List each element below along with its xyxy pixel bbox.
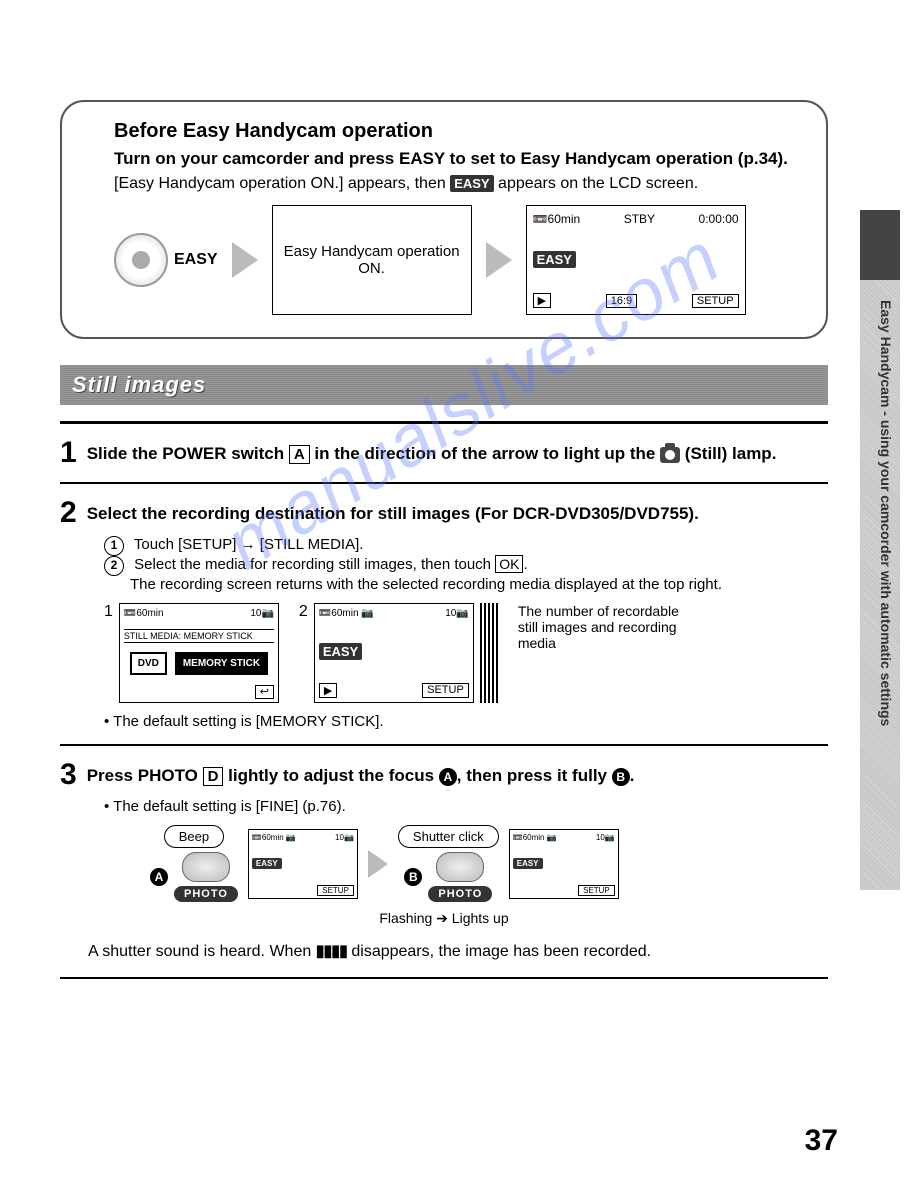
lcd-still-media: 📼60min 10📷 STILL MEDIA: MEMORY STICK DVD… — [119, 603, 279, 703]
step-2: 2 Select the recording destination for s… — [60, 498, 828, 528]
flash-note: Flashing ➔ Lights up — [60, 910, 828, 927]
beep-label: Beep — [164, 825, 224, 848]
lcd-screen-2: 📼60min STBY 0:00:00 EASY ▶ 16:9 SETUP — [526, 205, 746, 315]
step-number: 2 — [60, 498, 77, 528]
label-A-circle: A — [439, 768, 457, 786]
return-icon: ↩ — [255, 685, 274, 699]
step2-screens: 1 📼60min 10📷 STILL MEDIA: MEMORY STICK D… — [104, 603, 828, 703]
easy-button-circle-icon — [114, 233, 168, 287]
memory-stick-option: MEMORY STICK — [175, 652, 268, 675]
photo-button-graphic: PHOTO — [174, 852, 238, 902]
arrow-icon — [368, 850, 388, 878]
intro-body: [Easy Handycam operation ON.] appears, t… — [114, 175, 804, 193]
label-B-circle: B — [612, 768, 630, 786]
page-content: Before Easy Handycam operation Turn on y… — [0, 0, 918, 1033]
photo-button-graphic: PHOTO — [428, 852, 492, 902]
bars-icon: ▮▮▮▮ — [316, 943, 347, 960]
easy-badge-icon: EASY — [450, 175, 493, 192]
play-icon: ▶ — [533, 293, 551, 308]
camera-icon — [660, 447, 680, 463]
play-icon: ▶ — [319, 683, 337, 698]
screen-annotation: The number of recordable still images an… — [518, 603, 688, 651]
side-tab-text: Easy Handycam - using your camcorder wit… — [864, 300, 894, 860]
lcd-screen-1: Easy Handycam operation ON. — [272, 205, 472, 315]
easy-button-graphic: EASY — [114, 233, 218, 287]
photo-pad-icon — [182, 852, 230, 882]
substep-2: 2 Select the media for recording still i… — [104, 556, 828, 593]
step3-diagram: Beep A PHOTO 📼60min 📷10📷 EASY SETUP Shut… — [150, 825, 828, 902]
step3-trailing: A shutter sound is heard. When ▮▮▮▮ disa… — [88, 941, 828, 961]
lcd-recording: 📼60min 📷 10📷 EASY ▶ SETUP — [314, 603, 474, 703]
shutter-label: Shutter click — [398, 825, 499, 848]
section-header: Still images — [60, 365, 828, 405]
step-number: 1 — [60, 438, 77, 468]
substep-1: 1 Touch [SETUP] → [STILL MEDIA]. — [104, 536, 828, 556]
ok-button-icon: OK — [495, 555, 523, 573]
easy-badge-icon: EASY — [319, 643, 362, 660]
step-3: 3 Press PHOTO D lightly to adjust the fo… — [60, 760, 828, 790]
setup-button: SETUP — [422, 683, 469, 698]
setup-button: SETUP — [692, 294, 739, 308]
intro-box: Before Easy Handycam operation Turn on y… — [60, 100, 828, 339]
easy-badge-icon: EASY — [533, 251, 576, 268]
arrow-icon — [232, 242, 258, 278]
easy-button-label: EASY — [174, 251, 218, 269]
intro-lead: Turn on your camcorder and press EASY to… — [114, 149, 804, 169]
divider — [60, 482, 828, 484]
step2-note: • The default setting is [MEMORY STICK]. — [104, 713, 828, 730]
arrow-icon — [486, 242, 512, 278]
divider — [60, 744, 828, 746]
photo-pad-icon — [436, 852, 484, 882]
divider — [60, 421, 828, 424]
label-B-circle: B — [404, 868, 422, 886]
intro-diagram: EASY Easy Handycam operation ON. 📼60min … — [114, 205, 804, 315]
step-number: 3 — [60, 760, 77, 790]
step3-note: • The default setting is [FINE] (p.76). — [104, 798, 828, 815]
divider — [60, 977, 828, 979]
label-D-box: D — [203, 767, 224, 786]
aspect-icon: 16:9 — [606, 294, 637, 308]
dvd-option: DVD — [130, 652, 167, 675]
step-1: 1 Slide the POWER switch A in the direct… — [60, 438, 828, 468]
lcd-capture: 📼60min 📷10📷 EASY SETUP — [509, 829, 619, 899]
intro-heading: Before Easy Handycam operation — [114, 120, 804, 143]
label-A-circle: A — [150, 868, 168, 886]
lcd-focus: 📼60min 📷10📷 EASY SETUP — [248, 829, 358, 899]
indicator-bars-icon — [480, 603, 498, 703]
label-A-box: A — [289, 445, 310, 464]
page-number: 37 — [805, 1124, 838, 1158]
